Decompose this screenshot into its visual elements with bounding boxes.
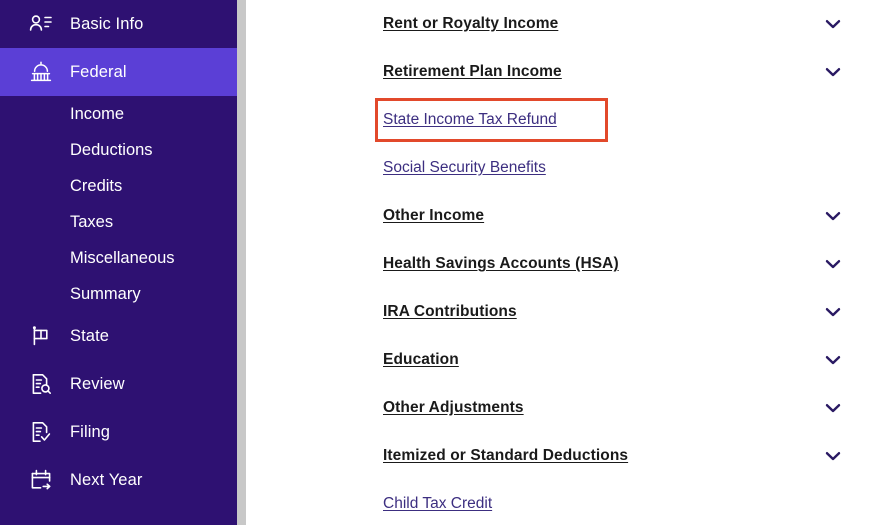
scrollbar-gutter [237, 0, 250, 525]
sidebar-item-basic-info[interactable]: Basic Info [0, 0, 237, 48]
document-search-icon [26, 369, 56, 399]
chevron-down-icon[interactable] [824, 399, 842, 417]
topic-link[interactable]: Social Security Benefits [383, 159, 546, 177]
capitol-building-icon [26, 57, 56, 87]
topic-label: IRA Contributions [383, 303, 517, 320]
calendar-arrow-icon [26, 465, 56, 495]
topic-row-child-tax-credit[interactable]: Child Tax Credit [250, 480, 885, 525]
sidebar-item-label: Income [70, 104, 125, 123]
sidebar-item-label: Miscellaneous [70, 248, 175, 267]
topic-label: Health Savings Accounts (HSA) [383, 255, 619, 272]
federal-topics-list: Rent or Royalty Income Retirement Plan I… [250, 0, 885, 525]
topic-label: Itemized or Standard Deductions [383, 447, 629, 464]
topic-row-state-income-tax-refund[interactable]: State Income Tax Refund [250, 96, 885, 144]
sidebar-item-miscellaneous[interactable]: Miscellaneous [0, 240, 237, 276]
topic-row-other-adjustments[interactable]: Other Adjustments [250, 384, 885, 432]
topic-label: Education [383, 351, 459, 368]
topic-row-rent-or-royalty-income[interactable]: Rent or Royalty Income [250, 0, 885, 48]
sidebar-item-deductions[interactable]: Deductions [0, 132, 237, 168]
sidebar-item-label: Next Year [70, 470, 143, 489]
topic-row-other-income[interactable]: Other Income [250, 192, 885, 240]
chevron-down-icon[interactable] [824, 207, 842, 225]
topic-row-education[interactable]: Education [250, 336, 885, 384]
sidebar-item-label: Credits [70, 176, 123, 195]
chevron-down-icon[interactable] [824, 447, 842, 465]
tax-software-window: Basic Info Federal Income Deductions Cre… [0, 0, 885, 525]
sidebar-item-federal[interactable]: Federal [0, 48, 237, 96]
sidebar-item-label: Taxes [70, 212, 114, 231]
sidebar-item-label: Basic Info [70, 14, 144, 33]
topic-row-social-security-benefits[interactable]: Social Security Benefits [250, 144, 885, 192]
sidebar-item-state[interactable]: State [0, 312, 237, 360]
document-check-icon [26, 417, 56, 447]
topic-label: Other Income [383, 207, 485, 224]
sidebar-navigation: Basic Info Federal Income Deductions Cre… [0, 0, 237, 525]
topic-row-ira-contributions[interactable]: IRA Contributions [250, 288, 885, 336]
flag-icon [26, 321, 56, 351]
sidebar-item-next-year[interactable]: Next Year [0, 456, 237, 504]
chevron-down-icon[interactable] [824, 15, 842, 33]
sidebar-item-label: Summary [70, 284, 141, 303]
vertical-scrollbar[interactable] [237, 0, 246, 525]
sidebar-item-income[interactable]: Income [0, 96, 237, 132]
sidebar-item-filing[interactable]: Filing [0, 408, 237, 456]
sidebar-item-label: Deductions [70, 140, 153, 159]
sidebar-item-summary[interactable]: Summary [0, 276, 237, 312]
sidebar-item-label: Filing [70, 422, 111, 441]
chevron-down-icon[interactable] [824, 303, 842, 321]
topic-link[interactable]: State Income Tax Refund [383, 111, 557, 129]
topic-row-retirement-plan-income[interactable]: Retirement Plan Income [250, 48, 885, 96]
chevron-down-icon[interactable] [824, 351, 842, 369]
topic-label: Rent or Royalty Income [383, 15, 559, 32]
sidebar-item-label: Federal [70, 62, 127, 81]
sidebar-item-label: State [70, 326, 110, 345]
topic-label: Retirement Plan Income [383, 63, 562, 80]
sidebar-item-credits[interactable]: Credits [0, 168, 237, 204]
sidebar-item-review[interactable]: Review [0, 360, 237, 408]
contact-card-icon [26, 9, 56, 39]
topic-row-health-savings-accounts[interactable]: Health Savings Accounts (HSA) [250, 240, 885, 288]
topic-link[interactable]: Child Tax Credit [383, 495, 492, 513]
topic-row-itemized-or-standard-deductions[interactable]: Itemized or Standard Deductions [250, 432, 885, 480]
chevron-down-icon[interactable] [824, 63, 842, 81]
chevron-down-icon[interactable] [824, 255, 842, 273]
topic-label: Other Adjustments [383, 399, 524, 416]
sidebar-item-label: Review [70, 374, 125, 393]
sidebar-item-taxes[interactable]: Taxes [0, 204, 237, 240]
